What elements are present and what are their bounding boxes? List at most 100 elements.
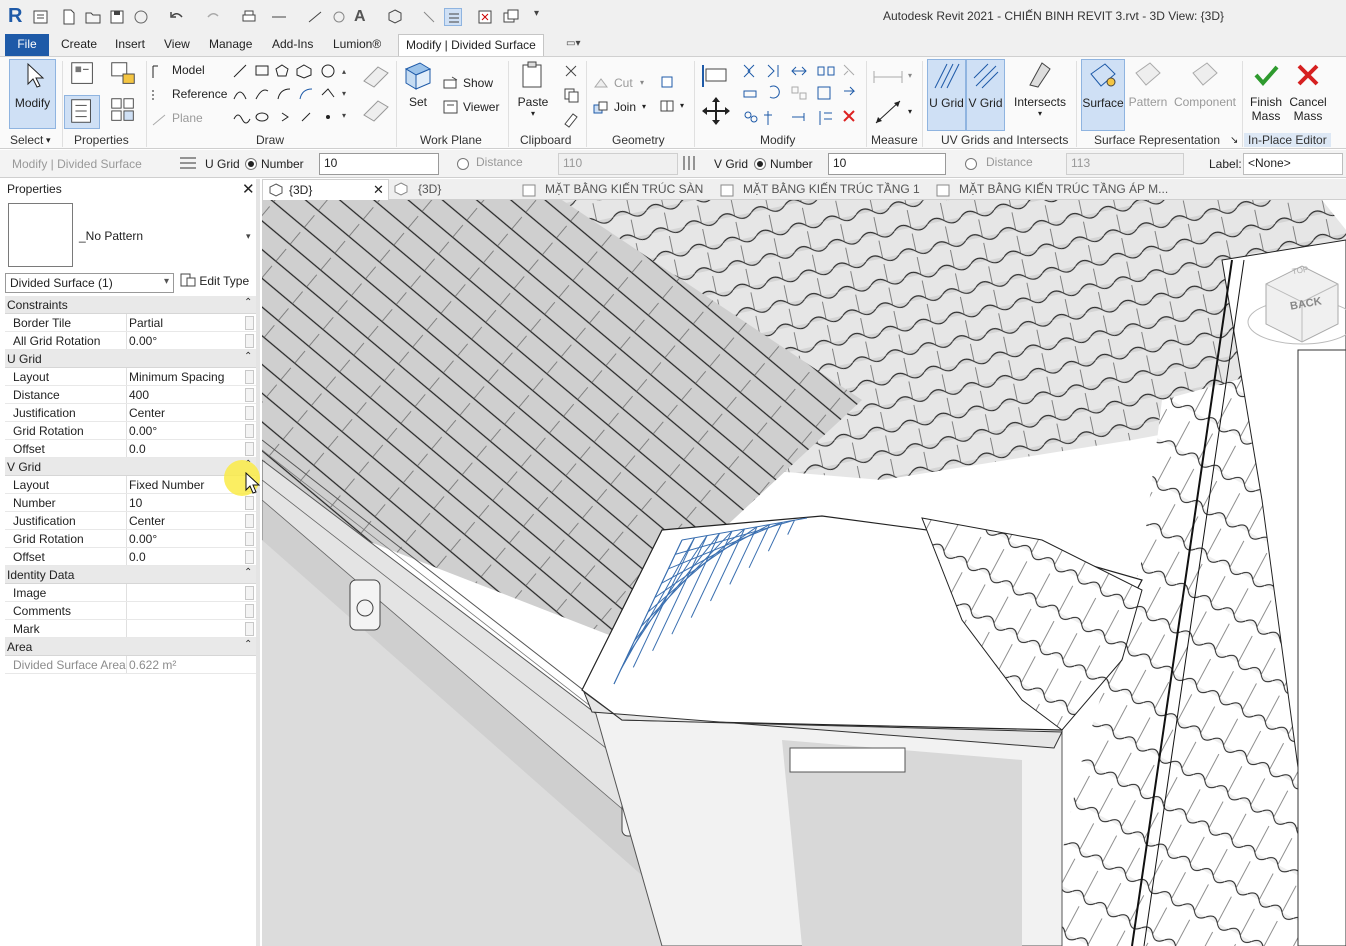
property-value-field[interactable]: 0.0 [126, 548, 245, 565]
property-group-header[interactable]: Constraints ⌃ [5, 296, 256, 314]
tab-file[interactable]: File [5, 34, 49, 56]
property-row[interactable]: All Grid Rotation 0.00° [5, 332, 256, 350]
cut-geometry-icon[interactable] [592, 75, 610, 93]
model-line-icon[interactable] [150, 63, 168, 81]
draw-gallery-scroll[interactable]: ▴ ▾ ▾ [342, 61, 352, 127]
property-row[interactable]: Offset 0.0 [5, 440, 256, 458]
measure-icon[interactable] [270, 8, 288, 26]
tab-create[interactable]: Create [54, 34, 104, 56]
viewer-icon[interactable] [442, 98, 460, 116]
instance-filter-select[interactable]: Divided Surface (1) ▾ [5, 273, 174, 293]
redo-icon[interactable] [204, 8, 222, 26]
tab-view[interactable]: View [157, 34, 197, 56]
property-value-field[interactable]: 10 [126, 494, 245, 511]
3d-view-canvas[interactable]: BACK TOP [262, 200, 1346, 946]
paste-button[interactable]: Paste ▾ [514, 59, 552, 125]
property-group-header[interactable]: Area ⌃ [5, 638, 256, 656]
u-grid-distance-select[interactable]: Distance [472, 153, 552, 175]
viewer-button[interactable]: Viewer [463, 100, 499, 114]
property-group-header[interactable]: U Grid ⌃ [5, 350, 256, 368]
property-value-field[interactable]: Partial [126, 314, 245, 331]
surface-settings-arrow-icon[interactable]: ↘ [1230, 135, 1238, 146]
save-icon[interactable] [108, 8, 126, 26]
associate-parameter-button[interactable] [245, 586, 254, 600]
section-icon[interactable] [420, 8, 438, 26]
property-value-field[interactable]: 400 [126, 386, 245, 403]
plane-icon[interactable] [150, 111, 168, 129]
show-workplane-icon[interactable] [442, 74, 460, 92]
close-properties-icon[interactable]: ✕ [242, 180, 255, 198]
join-dropdown-icon[interactable]: ▾ [642, 102, 646, 111]
v-grid-number-input[interactable]: 10 [828, 153, 946, 175]
plane-button[interactable]: Plane [172, 111, 203, 125]
new-file-icon[interactable] [60, 8, 78, 26]
open-folder-icon[interactable] [84, 8, 102, 26]
dimension-icon[interactable] [870, 97, 910, 127]
property-value-field[interactable]: 0.0 [126, 440, 245, 457]
property-group-header[interactable]: Identity Data ⌃ [5, 566, 256, 584]
type-selector-name[interactable]: _No Pattern [79, 229, 143, 243]
property-value-field[interactable]: 0.00° [126, 422, 245, 439]
collapse-group-icon[interactable]: ⌃ [244, 639, 252, 650]
join-button[interactable]: Join [614, 100, 636, 114]
tab-modify-divided-surface[interactable]: Modify | Divided Surface [398, 34, 544, 56]
property-value-field[interactable]: 0.00° [126, 530, 245, 547]
properties-button[interactable] [64, 95, 100, 129]
associate-parameter-button[interactable] [245, 550, 254, 564]
edit-type-button[interactable]: Edit Type [180, 273, 249, 288]
print-icon[interactable] [240, 8, 258, 26]
cancel-mass-button[interactable]: Cancel Mass [1287, 59, 1329, 131]
text-icon[interactable]: A [354, 8, 372, 26]
tab-insert[interactable]: Insert [108, 34, 152, 56]
family-category-button[interactable] [106, 95, 140, 129]
copy-icon[interactable] [562, 86, 580, 104]
dimension-dropdown-icon[interactable]: ▾ [908, 107, 912, 116]
sync-icon[interactable] [132, 8, 150, 26]
v-grid-distance-select[interactable]: Distance [982, 153, 1058, 175]
join-geometry-icon[interactable] [592, 99, 610, 117]
property-value-field[interactable] [126, 602, 245, 619]
finish-mass-button[interactable]: Finish Mass [1246, 59, 1286, 131]
cut-button[interactable]: Cut [614, 76, 633, 90]
collapse-group-icon[interactable]: ⌃ [244, 297, 252, 308]
close-hidden-windows-icon[interactable] [476, 8, 494, 26]
property-row[interactable]: Divided Surface Area 0.622 m² [5, 656, 256, 674]
split-face-icon[interactable] [658, 97, 676, 115]
associate-parameter-button[interactable] [245, 406, 254, 420]
associate-parameter-button[interactable] [245, 388, 254, 402]
geometry-dropdown-icon[interactable]: ▾ [680, 101, 684, 110]
tab-add-ins[interactable]: Add-Ins [265, 34, 320, 56]
select-dropdown-icon[interactable]: ▾ [46, 135, 51, 146]
property-row[interactable]: Mark [5, 620, 256, 638]
select-panel-label[interactable]: Select [10, 133, 43, 147]
tab-manage[interactable]: Manage [202, 34, 259, 56]
modify-button[interactable]: Modify [9, 59, 56, 129]
reference-line-icon[interactable] [150, 87, 168, 105]
associate-parameter-button[interactable] [245, 334, 254, 348]
property-value-field[interactable] [126, 620, 245, 637]
show-button[interactable]: Show [463, 76, 493, 90]
open-documents-icon[interactable] [32, 8, 50, 26]
surface-representation-panel-label[interactable]: Surface Representation [1094, 133, 1220, 147]
v-grid-button[interactable]: V Grid [966, 59, 1005, 131]
component-button[interactable]: Component [1172, 59, 1238, 131]
property-row[interactable]: Justification Center [5, 404, 256, 422]
pattern-button[interactable]: Pattern [1127, 59, 1169, 131]
associate-parameter-button[interactable] [245, 604, 254, 618]
collapse-group-icon[interactable]: ⌃ [244, 351, 252, 362]
property-row[interactable]: Offset 0.0 [5, 548, 256, 566]
measure-dropdown-icon[interactable]: ▾ [908, 71, 912, 80]
ribbon-minimize-icon[interactable]: ▭▾ [566, 38, 590, 52]
property-row[interactable]: Number 10 [5, 494, 256, 512]
close-tab-icon[interactable]: ✕ [373, 180, 384, 200]
associate-parameter-button[interactable] [245, 370, 254, 384]
u-grid-distance-radio[interactable] [457, 158, 469, 170]
tab-lumion[interactable]: Lumion® [326, 34, 388, 56]
property-row[interactable]: Grid Rotation 0.00° [5, 422, 256, 440]
intersects-button[interactable]: Intersects ▾ [1012, 59, 1068, 131]
v-grid-distance-radio[interactable] [965, 158, 977, 170]
draw-tools-gallery[interactable] [230, 61, 342, 127]
set-workplane-button[interactable]: Set [400, 59, 436, 119]
family-types-button[interactable] [106, 59, 140, 91]
associate-parameter-button[interactable] [245, 532, 254, 546]
